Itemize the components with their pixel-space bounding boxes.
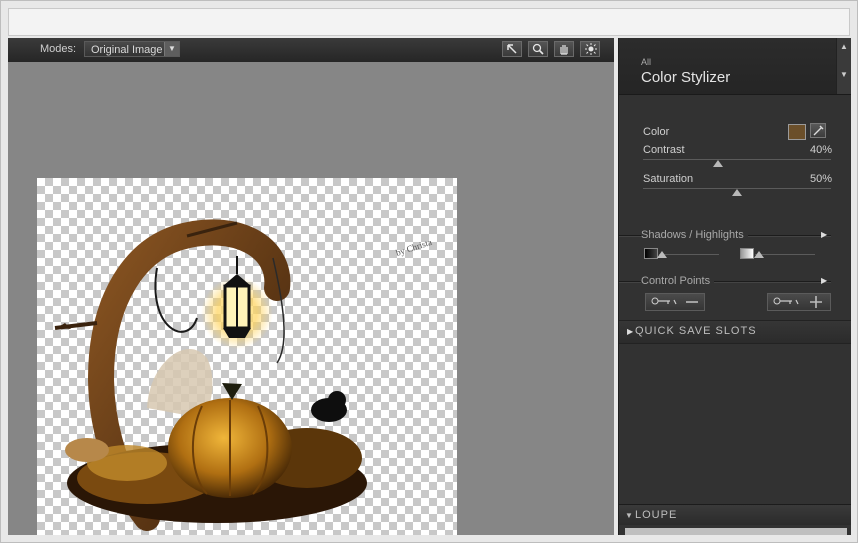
hand-tool-button[interactable] (554, 41, 574, 57)
shadows-slider-track[interactable] (659, 254, 719, 255)
preview-light-icon (585, 43, 597, 55)
shadows-slider-thumb[interactable] (657, 251, 667, 258)
modes-label: Modes: (40, 43, 77, 55)
quick-save-slots-label: QUICK SAVE SLOTS (635, 325, 757, 337)
contrast-label: Contrast (643, 144, 685, 156)
preview-canvas[interactable]: by Christa (8, 62, 614, 535)
control-points-label[interactable]: Control Points (641, 275, 715, 287)
expand-right-icon[interactable]: ▶ (821, 230, 827, 239)
zoom-tool-button[interactable] (528, 41, 548, 57)
add-control-point-icon (773, 296, 822, 308)
filter-header: All Color Stylizer ▲ ▼ (619, 38, 851, 95)
collapsed-arrow-icon: ▶ (627, 327, 634, 336)
add-control-point-button[interactable] (767, 293, 831, 311)
modes-dropdown-value: Original Image (91, 44, 163, 56)
expanded-arrow-icon: ▼ (625, 511, 633, 520)
highlights-slider-thumb[interactable] (754, 251, 764, 258)
highlights-swatch (740, 248, 754, 259)
highlights-slider-track[interactable] (755, 254, 815, 255)
remove-control-point-button[interactable] (645, 293, 705, 311)
contrast-slider-track[interactable] (643, 159, 831, 160)
pointer-icon (507, 44, 517, 54)
expand-right-icon[interactable]: ▶ (821, 276, 827, 285)
watermark-text: by Christa (395, 237, 434, 258)
filter-category[interactable]: All (641, 57, 651, 67)
saturation-label: Saturation (643, 173, 694, 185)
filter-panel: All Color Stylizer ▲ ▼ Color Contrast 40… (618, 38, 851, 535)
toolbar: Modes: Original Image ▼ (8, 38, 614, 63)
autumn-lantern-artwork: by Christa (54, 219, 434, 531)
contrast-value: 40% (809, 144, 832, 156)
scroll-down-icon[interactable]: ▼ (840, 70, 848, 79)
image-preview[interactable]: by Christa (37, 178, 457, 535)
preview-light-button[interactable] (580, 41, 600, 57)
zoom-icon (532, 43, 544, 55)
chevron-down-icon: ▼ (164, 42, 179, 56)
modes-dropdown[interactable]: Original Image ▼ (84, 41, 180, 57)
eyedropper-icon (813, 125, 824, 136)
saturation-value: 50% (809, 173, 832, 185)
header-scrollbar[interactable]: ▲ ▼ (836, 38, 851, 94)
hand-icon (560, 45, 568, 55)
shadows-highlights-label[interactable]: Shadows / Highlights (641, 229, 748, 241)
loupe-preview (625, 528, 847, 535)
filter-title[interactable]: Color Stylizer (641, 69, 730, 86)
loupe-bar[interactable]: ▼ LOUPE (619, 504, 851, 525)
color-swatch[interactable] (788, 124, 806, 140)
saturation-slider-thumb[interactable] (732, 189, 742, 196)
scroll-up-icon[interactable]: ▲ (840, 42, 848, 51)
contrast-slider-thumb[interactable] (713, 160, 724, 167)
quick-save-slots-bar[interactable]: ▶ QUICK SAVE SLOTS (619, 320, 851, 344)
shadows-swatch (644, 248, 658, 259)
color-label: Color (643, 126, 670, 138)
remove-control-point-icon (651, 297, 698, 305)
pointer-tool-button[interactable] (502, 41, 522, 57)
title-bar (8, 8, 850, 36)
loupe-label: LOUPE (635, 509, 678, 521)
eyedropper-button[interactable] (810, 123, 826, 138)
